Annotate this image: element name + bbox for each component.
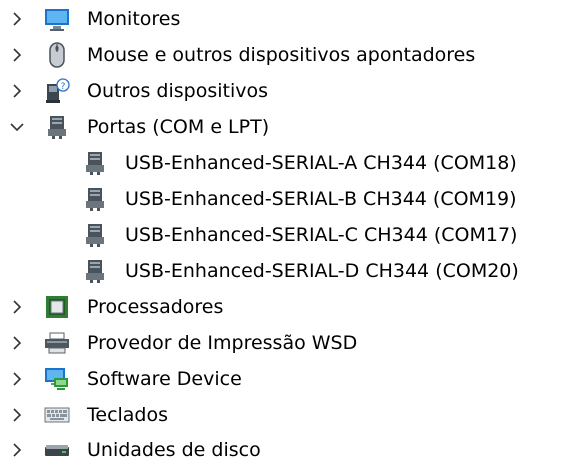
chevron-right-icon[interactable] bbox=[9, 442, 25, 458]
chevron-right-icon[interactable] bbox=[9, 407, 25, 423]
tree-item-label: Monitores bbox=[87, 8, 181, 30]
unknown-device-icon: ? bbox=[44, 78, 70, 104]
port-icon bbox=[82, 222, 108, 248]
software-device-icon bbox=[44, 366, 70, 392]
printer-icon bbox=[44, 330, 70, 356]
tree-item-provedor-impressao[interactable]: Provedor de Impressão WSD bbox=[0, 325, 571, 361]
chevron-right-icon[interactable] bbox=[9, 335, 25, 351]
port-icon bbox=[82, 150, 108, 176]
tree-item-outros-dispositivos[interactable]: ? Outros dispositivos bbox=[0, 73, 571, 109]
chevron-right-icon[interactable] bbox=[9, 371, 25, 387]
tree-item-com19[interactable]: USB-Enhanced-SERIAL-B CH344 (COM19) bbox=[0, 181, 571, 217]
tree-item-teclados[interactable]: Teclados bbox=[0, 397, 571, 433]
tree-item-software-device[interactable]: Software Device bbox=[0, 361, 571, 397]
chevron-right-icon[interactable] bbox=[9, 299, 25, 315]
processor-icon bbox=[44, 294, 70, 320]
tree-item-com17[interactable]: USB-Enhanced-SERIAL-C CH344 (COM17) bbox=[0, 217, 571, 253]
tree-item-com18[interactable]: USB-Enhanced-SERIAL-A CH344 (COM18) bbox=[0, 145, 571, 181]
tree-item-label: Software Device bbox=[87, 368, 242, 390]
tree-item-label: Unidades de disco bbox=[87, 439, 261, 461]
chevron-right-icon[interactable] bbox=[9, 47, 25, 63]
device-tree: Monitores Mouse e outros dispositivos ap… bbox=[0, 0, 571, 469]
tree-item-label: USB-Enhanced-SERIAL-C CH344 (COM17) bbox=[125, 224, 518, 246]
monitor-icon bbox=[44, 6, 70, 32]
port-icon bbox=[82, 258, 108, 284]
tree-item-unidades-disco[interactable]: Unidades de disco bbox=[0, 432, 571, 468]
chevron-down-icon[interactable] bbox=[9, 119, 25, 135]
svg-text:?: ? bbox=[61, 82, 66, 92]
tree-item-label: Portas (COM e LPT) bbox=[87, 116, 270, 138]
keyboard-icon bbox=[44, 402, 70, 428]
disk-drive-icon bbox=[44, 437, 70, 463]
tree-item-com20[interactable]: USB-Enhanced-SERIAL-D CH344 (COM20) bbox=[0, 253, 571, 289]
tree-item-label: USB-Enhanced-SERIAL-A CH344 (COM18) bbox=[125, 152, 517, 174]
tree-item-label: Teclados bbox=[87, 404, 169, 426]
tree-item-label: Processadores bbox=[87, 296, 224, 318]
port-icon bbox=[44, 114, 70, 140]
mouse-icon bbox=[44, 42, 70, 68]
port-icon bbox=[82, 186, 108, 212]
tree-item-label: Mouse e outros dispositivos apontadores bbox=[87, 44, 476, 66]
tree-item-label: Provedor de Impressão WSD bbox=[87, 332, 358, 354]
tree-item-label: USB-Enhanced-SERIAL-D CH344 (COM20) bbox=[125, 260, 519, 282]
tree-item-monitores[interactable]: Monitores bbox=[0, 1, 571, 37]
tree-item-label: USB-Enhanced-SERIAL-B CH344 (COM19) bbox=[125, 188, 517, 210]
tree-item-label: Outros dispositivos bbox=[87, 80, 269, 102]
chevron-right-icon[interactable] bbox=[9, 83, 25, 99]
tree-item-mouse[interactable]: Mouse e outros dispositivos apontadores bbox=[0, 37, 571, 73]
tree-item-processadores[interactable]: Processadores bbox=[0, 289, 571, 325]
chevron-right-icon[interactable] bbox=[9, 11, 25, 27]
tree-item-portas[interactable]: Portas (COM e LPT) bbox=[0, 109, 571, 145]
